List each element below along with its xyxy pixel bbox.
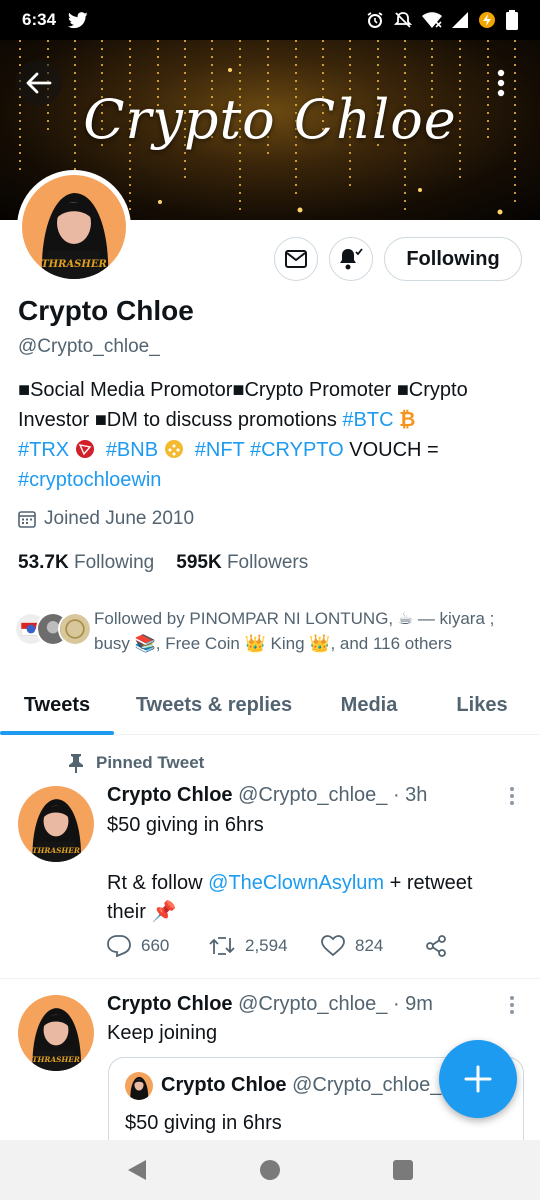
share-button[interactable] — [425, 935, 447, 957]
tweet-author-handle: @Crypto_chloe_ — [238, 993, 388, 1015]
wifi-icon — [422, 12, 442, 28]
tweet-author-handle: @Crypto_chloe_ — [238, 784, 388, 806]
tron-emoji-icon — [75, 440, 94, 458]
bell-check-icon — [340, 248, 363, 270]
tweet-actions: 660 2,594 824 — [107, 935, 447, 957]
compose-tweet-button[interactable] — [439, 1040, 517, 1118]
tweet-header: Crypto Chloe @Crypto_chloe_ · 9m — [107, 993, 433, 1016]
follower-avatars — [14, 612, 94, 648]
nav-home-icon[interactable] — [259, 1159, 281, 1181]
avatar-image: THRASHER — [18, 995, 94, 1071]
system-nav-bar — [0, 1140, 540, 1200]
tweet-avatar[interactable]: THRASHER — [18, 995, 94, 1071]
more-options-button[interactable] — [478, 60, 524, 106]
calendar-icon — [18, 511, 36, 528]
svg-text:THRASHER: THRASHER — [32, 1055, 80, 1064]
tweet-author-name[interactable]: Crypto Chloe — [107, 784, 233, 806]
tweet-author-name[interactable]: Crypto Chloe — [107, 993, 233, 1015]
nav-recents-icon[interactable] — [392, 1159, 414, 1181]
arrow-left-icon — [26, 72, 52, 94]
svg-text:THRASHER: THRASHER — [41, 259, 107, 270]
banner-title: Crypto Chloe — [83, 88, 457, 151]
tab-media[interactable]: Media — [314, 675, 424, 735]
reply-button[interactable]: 660 — [107, 935, 209, 957]
hashtag-nft[interactable]: #NFT — [195, 439, 245, 461]
message-button[interactable] — [274, 237, 318, 281]
share-icon — [426, 935, 446, 957]
heart-icon — [321, 935, 345, 957]
bnb-emoji-icon — [164, 440, 183, 458]
tweet-time: · 3h — [392, 784, 428, 806]
notifications-button[interactable] — [329, 237, 373, 281]
profile-tabs: Tweets Tweets & replies Media Likes — [0, 675, 540, 735]
profile-avatar[interactable]: THRASHER — [17, 170, 131, 284]
nav-back-icon[interactable] — [126, 1158, 148, 1182]
tweet-more-icon[interactable] — [508, 995, 516, 1015]
status-time: 6:34 — [22, 10, 57, 29]
followed-by-section[interactable]: Followed by PINOMPAR NI LONTUNG, ☕ — kiy… — [14, 606, 534, 656]
avatar-image: THRASHER — [18, 786, 94, 862]
avatar-image — [125, 1072, 153, 1100]
quoted-tweet-text: $50 giving in 6hrs — [125, 1112, 282, 1134]
following-count[interactable]: 53.7K Following — [18, 552, 154, 574]
battery-saver-icon — [478, 11, 496, 29]
crown-emoji-icon: 👑 — [309, 634, 331, 653]
profile-handle: @Crypto_chloe_ — [18, 336, 160, 357]
twitter-icon — [68, 11, 88, 29]
tab-tweets-and-replies[interactable]: Tweets & replies — [114, 675, 314, 735]
quoted-tweet-header: Crypto Chloe @Crypto_chloe_ — [161, 1074, 442, 1096]
quoted-tweet-avatar — [125, 1072, 153, 1100]
profile-bio: ■Social Media Promotor■Crypto Promoter ■… — [18, 375, 524, 495]
hashtag-crypto[interactable]: #CRYPTO — [250, 439, 344, 461]
avatar-image: THRASHER — [22, 175, 126, 279]
pin-icon — [69, 754, 83, 773]
reply-icon — [107, 935, 131, 957]
back-button[interactable] — [16, 60, 62, 106]
followers-count[interactable]: 595K Followers — [176, 552, 308, 574]
tab-likes[interactable]: Likes — [424, 675, 540, 735]
tweet-text: Keep joining — [107, 1022, 218, 1044]
bitcoin-emoji: ₿ — [399, 409, 416, 431]
svg-text:THRASHER: THRASHER — [32, 846, 80, 855]
pinned-tweet-label: Pinned Tweet — [68, 753, 204, 773]
retweet-icon — [209, 937, 235, 955]
hashtag-trx[interactable]: #TRX — [18, 439, 69, 461]
signal-icon — [452, 12, 468, 28]
more-vertical-icon — [497, 69, 505, 97]
envelope-icon — [285, 250, 307, 268]
follow-counts: 53.7K Following 595K Followers — [18, 552, 308, 574]
joined-text: Joined June 2010 — [44, 508, 195, 529]
hashtag-bnb[interactable]: #BNB — [106, 439, 158, 461]
hashtag-btc[interactable]: #BTC — [342, 409, 393, 431]
tweet-text: $50 giving in 6hrs Rt & follow @TheClown… — [107, 814, 473, 923]
follower-avatar — [58, 612, 92, 646]
alarm-icon — [366, 11, 384, 29]
bio-vouch-text: VOUCH = — [343, 439, 439, 461]
followed-by-text: Followed by PINOMPAR NI LONTUNG, ☕ — kiy… — [94, 609, 495, 653]
battery-icon — [506, 10, 518, 30]
tweet-avatar[interactable]: THRASHER — [18, 786, 94, 862]
following-button[interactable]: Following — [384, 237, 522, 281]
crown-emoji-icon: 👑 — [244, 634, 266, 653]
retweet-button[interactable]: 2,594 — [209, 936, 321, 956]
profile-name: Crypto Chloe — [18, 295, 194, 326]
status-bar: 6:34 — [0, 0, 540, 40]
tweet-divider — [0, 978, 540, 979]
tweet-time: · 9m — [392, 993, 433, 1015]
plus-icon — [464, 1065, 492, 1093]
tweet-header: Crypto Chloe @Crypto_chloe_ · 3h — [107, 784, 427, 807]
mute-icon — [394, 11, 412, 29]
mention-link[interactable]: @TheClownAsylum — [208, 872, 384, 894]
tweet-more-icon[interactable] — [508, 786, 516, 806]
joined-date: Joined June 2010 — [18, 508, 194, 530]
tab-tweets[interactable]: Tweets — [0, 675, 114, 735]
like-button[interactable]: 824 — [321, 935, 425, 957]
hashtag-cryptochloewin[interactable]: #cryptochloewin — [18, 469, 161, 491]
